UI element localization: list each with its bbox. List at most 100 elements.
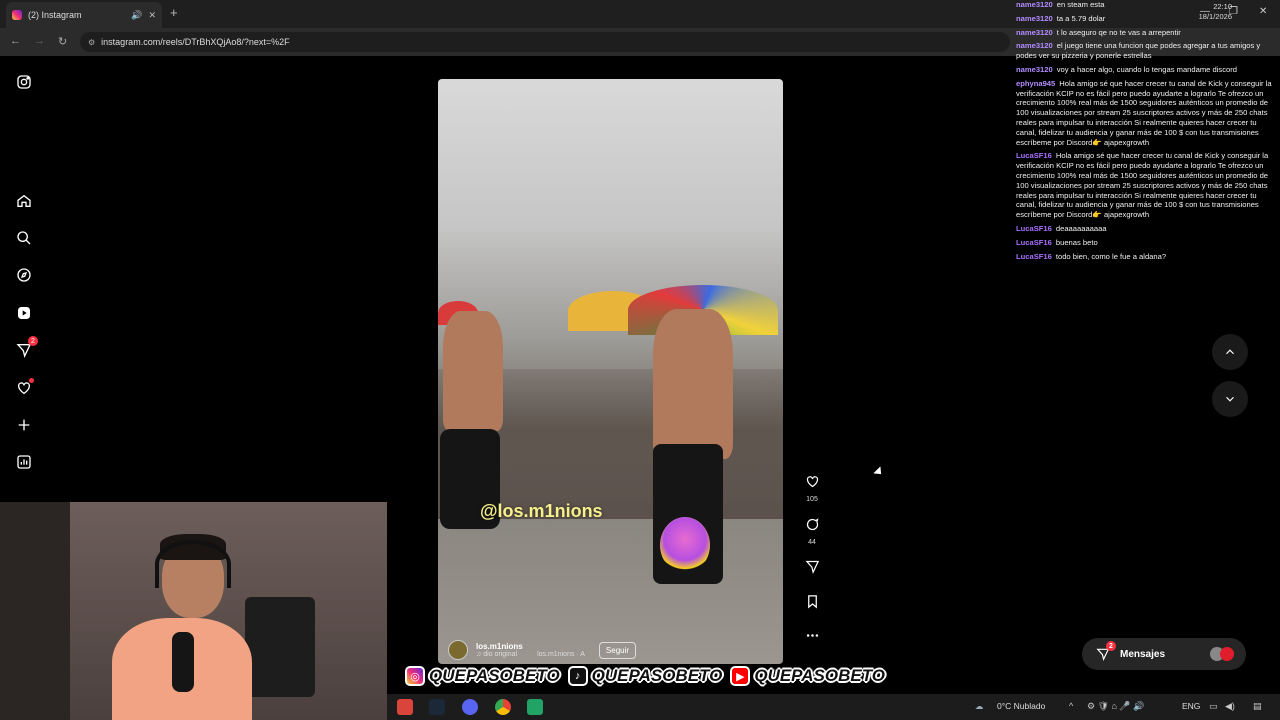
chat-message: LucaSF16 buenas beto [1016,238,1278,248]
chat-username[interactable]: ephyna945 [1016,79,1055,88]
reload-icon[interactable]: ↻ [58,35,67,48]
system-clock[interactable]: 22:10 18/1/2026 [1196,2,1232,22]
reel-audio-attribution[interactable]: los.m1nions · A [537,651,585,658]
previous-reel-button[interactable] [1212,334,1248,370]
taskbar-app-icon[interactable] [397,699,413,715]
instagram-handle: QUEPASOBETO [429,666,560,685]
reel-video[interactable]: @los.m1nions los.m1nions ♫ dio original … [438,79,783,664]
chat-text: ta a 5.79 dolar [1056,13,1106,23]
instagram-icon: ◎ [405,666,425,686]
steam-icon[interactable] [429,699,445,715]
direct-messages-icon[interactable]: 2 [14,336,38,360]
windows-taskbar: ☁ 0°C Nublado ^ ⚙ 🛡 ⌂ 🎤 🔊 ENG ▭ ◀) ▤ [387,694,1280,720]
chat-username[interactable]: name3120 [1016,28,1053,37]
weather-text[interactable]: 0°C Nublado [997,701,1045,711]
chat-message: name3120 t lo aseguro qe no te vas a arre… [1016,28,1278,38]
share-button[interactable] [800,559,824,579]
weather-icon: ☁ [975,701,984,711]
chat-message: name3120 ta a 5.79 dolar [1016,14,1278,24]
forward-icon[interactable]: → [34,35,45,47]
tab-instagram[interactable]: (2) Instagram 🔊 ✕ [6,2,162,28]
chat-text: Hola amigo sé que hacer crecer tu canal … [1016,78,1272,147]
chat-username[interactable]: LucaSF16 [1016,224,1052,233]
site-info-icon[interactable]: ⚙ [88,38,95,47]
stream-chat-overlay: name3120 en steam esta name3120 ta a 5.79 d… [1016,0,1278,265]
chrome-icon[interactable] [495,699,511,715]
message-avatars [1210,647,1234,661]
chat-message: LucaSF16 Hola amigo sé que hacer crecer t… [1016,151,1278,220]
reel-username[interactable]: los.m1nions [476,642,585,651]
chat-text: voy a hacer algo, cuando lo tengas manda… [1056,64,1237,74]
more-icon [806,634,818,637]
create-plus-icon[interactable] [14,415,34,435]
microphone [172,632,194,692]
search-icon[interactable] [14,228,34,248]
chat-text: deaaaaaaaaaa [1055,223,1107,233]
discord-icon[interactable] [462,699,478,715]
tab-audio-icon[interactable]: 🔊 [131,10,142,21]
save-button[interactable] [800,594,824,614]
chat-message: LucaSF16 todo bien, como le fue a aldana? [1016,252,1278,262]
back-icon[interactable]: ← [10,35,21,47]
tiktok-handle: QUEPASOBETO [591,666,723,685]
chat-text: en steam esta [1056,0,1105,9]
next-reel-button[interactable] [1212,381,1248,417]
comment-button[interactable]: 44 [800,517,824,546]
address-bar[interactable]: ⚙ instagram.com/reels/DTrBhXQjAo8/?next=… [80,32,1010,52]
notifications-heart-icon[interactable] [14,378,34,398]
reels-icon[interactable] [14,303,34,323]
like-button[interactable]: 105 [800,474,824,503]
youtube-icon: ▶ [730,666,751,686]
chat-message: name3120 el juego tiene una funcion que p… [1016,41,1278,61]
more-options-button[interactable] [800,628,824,648]
explore-icon[interactable] [14,265,34,285]
chat-username[interactable]: name3120 [1016,65,1053,74]
messages-button[interactable]: 2 Mensajes [1082,638,1246,670]
chat-message: name3120 en steam esta [1016,0,1278,10]
chat-text: todo bien, como le fue a aldana? [1055,251,1167,261]
social-handles-banner: ◎ QUEPASOBETO ♪ QUEPASOBETO ▶ QUEPASOBET… [405,663,889,689]
headset [155,540,231,588]
url-text: instagram.com/reels/DTrBhXQjAo8/?next=%2… [101,37,290,47]
tray-icons[interactable]: ⚙ 🛡 ⌂ 🎤 🔊 [1087,701,1144,712]
reel-overlay-tag: @los.m1nions [480,501,603,521]
reel-avatar[interactable] [448,640,468,660]
home-icon[interactable] [14,191,34,211]
messages-badge: 2 [1106,641,1116,651]
tab-title: (2) Instagram [28,10,82,20]
network-icon[interactable]: ▭ [1209,701,1218,712]
messages-icon: 2 [1096,641,1116,661]
chat-username[interactable]: LucaSF16 [1016,252,1052,261]
clock-time: 22:10 [1213,2,1232,11]
notification-dot [29,378,34,383]
reel-footer: los.m1nions ♫ dio original los.m1nions ·… [448,640,637,660]
chat-message: ephyna945 Hola amigo sé que hacer crecer … [1016,79,1278,148]
chevron-up-icon [1226,349,1234,355]
instagram-logo-icon[interactable] [14,72,34,92]
spreadsheet-icon[interactable] [527,699,543,715]
instagram-favicon-icon [12,10,22,20]
new-tab-button[interactable]: + [170,5,178,20]
tray-expand-icon[interactable]: ^ [1069,701,1073,711]
heart-icon [806,476,818,488]
volume-icon[interactable]: ◀) [1225,701,1235,712]
webcam-feed [0,502,387,720]
notifications-badge: 2 [28,336,38,346]
chat-username[interactable]: name3120 [1016,0,1053,9]
mouse-cursor [873,466,885,478]
clock-date: 18/1/2026 [1198,12,1232,21]
chat-username[interactable]: name3120 [1016,14,1053,23]
chat-username[interactable]: name3120 [1016,41,1053,50]
follow-button[interactable]: Seguir [598,641,637,659]
chat-message: LucaSF16 deaaaaaaaaaa [1016,224,1278,234]
tab-close-icon[interactable]: ✕ [148,10,156,21]
reel-audio[interactable]: ♫ dio original [476,651,517,658]
notification-center-icon[interactable]: ▤ [1253,701,1262,712]
chat-username[interactable]: LucaSF16 [1016,151,1052,160]
dancer-center [653,309,733,459]
comment-count: 44 [808,539,816,546]
language-indicator[interactable]: ENG [1182,701,1200,711]
chat-text: Hola amigo sé que hacer crecer tu canal … [1016,151,1269,220]
dashboard-icon[interactable] [14,452,34,472]
chat-username[interactable]: LucaSF16 [1016,238,1052,247]
